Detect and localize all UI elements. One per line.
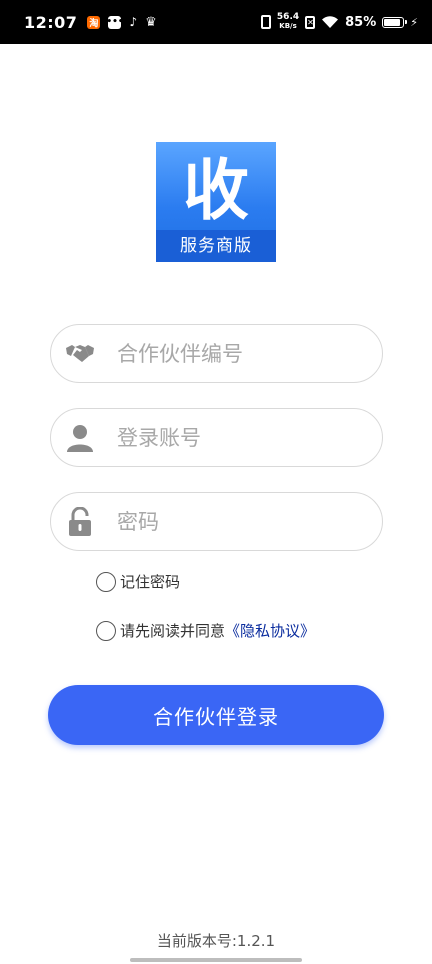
network-speed: 56.4 KB/s: [277, 13, 299, 31]
logo-band-text: 服务商版: [156, 230, 276, 262]
account-input[interactable]: [117, 425, 347, 450]
network-speed-unit: KB/s: [279, 22, 297, 30]
wifi-icon: [321, 15, 339, 29]
password-field[interactable]: [50, 492, 383, 551]
unlock-icon: [65, 506, 95, 537]
app-logo: 收 服务商版: [156, 142, 276, 262]
chat-notification-icon: •••: [106, 15, 124, 29]
status-indicators: 56.4 KB/s ✕ 85% ⚡: [260, 13, 418, 31]
remember-password-label: 记住密码: [120, 573, 181, 591]
charging-icon: ⚡: [410, 15, 418, 29]
agree-privacy-radio[interactable]: [96, 620, 116, 641]
agree-privacy-row[interactable]: 请先阅读并同意 《隐私协议》: [96, 620, 315, 641]
agree-privacy-label: 请先阅读并同意: [120, 622, 226, 640]
tiktok-notification-icon: ♪: [129, 15, 138, 29]
handshake-icon: [65, 339, 95, 369]
crown-notification-icon: ♛: [145, 14, 157, 30]
partner-number-input[interactable]: [117, 341, 347, 366]
battery-percent: 85%: [345, 14, 377, 30]
no-sim-icon: ✕: [305, 15, 316, 29]
logo-mark: 收: [183, 152, 249, 229]
home-indicator[interactable]: [130, 958, 302, 962]
vibrate-icon: [260, 15, 271, 29]
battery-icon: [382, 16, 408, 28]
partner-login-button[interactable]: 合作伙伴登录: [48, 685, 384, 745]
status-time: 12:07: [24, 12, 78, 32]
status-bar: 12:07 淘 ••• ♪ ♛ 56.4 KB/s ✕ 85% ⚡: [0, 0, 432, 44]
privacy-agreement-link[interactable]: 《隐私协议》: [225, 620, 315, 641]
password-input[interactable]: [117, 509, 347, 534]
network-speed-value: 56.4: [276, 12, 300, 22]
account-field[interactable]: [50, 408, 383, 467]
taobao-notification-icon: 淘: [87, 15, 101, 29]
user-icon: [65, 423, 95, 453]
partner-number-field[interactable]: [50, 324, 383, 383]
remember-password-radio[interactable]: [96, 571, 116, 592]
version-text: 当前版本号:1.2.1: [156, 932, 276, 950]
remember-password-row[interactable]: 记住密码: [96, 571, 180, 592]
